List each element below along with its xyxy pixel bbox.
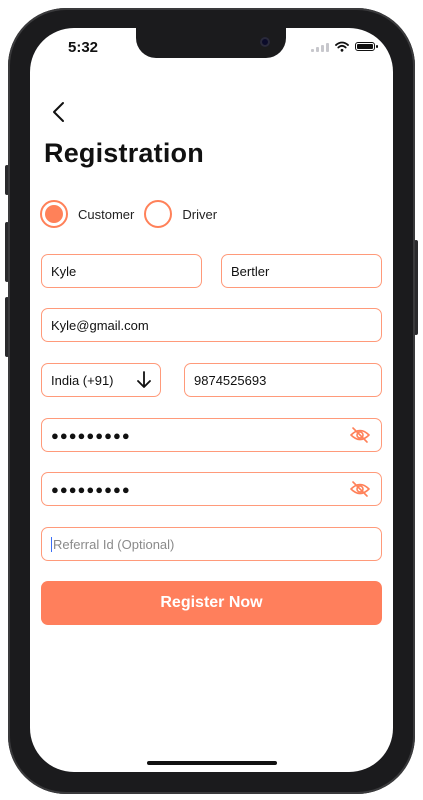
radio-driver[interactable] bbox=[144, 200, 173, 228]
camera-icon bbox=[260, 37, 270, 47]
phone-input[interactable] bbox=[194, 372, 372, 388]
eye-off-icon bbox=[350, 481, 370, 497]
notch bbox=[136, 28, 286, 58]
first-name-field[interactable] bbox=[41, 254, 202, 288]
role-option-driver[interactable]: Driver bbox=[144, 200, 217, 228]
password-value: ●●●●●●●●● bbox=[51, 427, 131, 443]
password-visibility-toggle[interactable] bbox=[348, 423, 372, 447]
status-time: 5:32 bbox=[68, 39, 99, 56]
signal-icon bbox=[311, 42, 329, 52]
last-name-field[interactable] bbox=[221, 254, 382, 288]
battery-icon bbox=[355, 42, 378, 51]
confirm-password-field[interactable]: ●●●●●●●●● bbox=[41, 472, 382, 506]
status-icons bbox=[311, 41, 378, 52]
wifi-icon bbox=[335, 41, 349, 52]
screen: 5:32 Registration Customer Driver Kyle B… bbox=[30, 28, 393, 772]
first-name-input[interactable] bbox=[51, 263, 192, 279]
confirm-password-value: ●●●●●●●●● bbox=[51, 481, 131, 497]
radio-customer[interactable] bbox=[40, 200, 68, 228]
home-indicator[interactable] bbox=[147, 761, 277, 765]
down-arrow-icon[interactable] bbox=[137, 371, 151, 389]
email-field[interactable] bbox=[41, 308, 382, 342]
confirm-password-visibility-toggle[interactable] bbox=[348, 477, 372, 501]
text-cursor bbox=[51, 536, 52, 552]
country-code-select[interactable]: India (+91) bbox=[41, 363, 161, 397]
phone-field[interactable] bbox=[184, 363, 382, 397]
referral-field[interactable] bbox=[41, 527, 382, 561]
country-code-value: India (+91) bbox=[51, 372, 114, 388]
referral-input[interactable] bbox=[53, 536, 372, 552]
role-label-customer: Customer bbox=[78, 206, 135, 222]
back-button[interactable] bbox=[44, 98, 72, 126]
register-button[interactable]: Register Now bbox=[41, 581, 382, 625]
role-label-driver: Driver bbox=[182, 206, 218, 222]
back-arrow-icon bbox=[53, 102, 64, 122]
eye-off-icon bbox=[350, 427, 370, 443]
role-option-customer[interactable]: Customer bbox=[40, 200, 134, 228]
role-selector: Customer Driver bbox=[40, 200, 227, 228]
last-name-input[interactable] bbox=[231, 263, 372, 279]
email-input[interactable] bbox=[51, 317, 372, 333]
page-title: Registration bbox=[44, 138, 204, 168]
password-field[interactable]: ●●●●●●●●● bbox=[41, 418, 382, 452]
